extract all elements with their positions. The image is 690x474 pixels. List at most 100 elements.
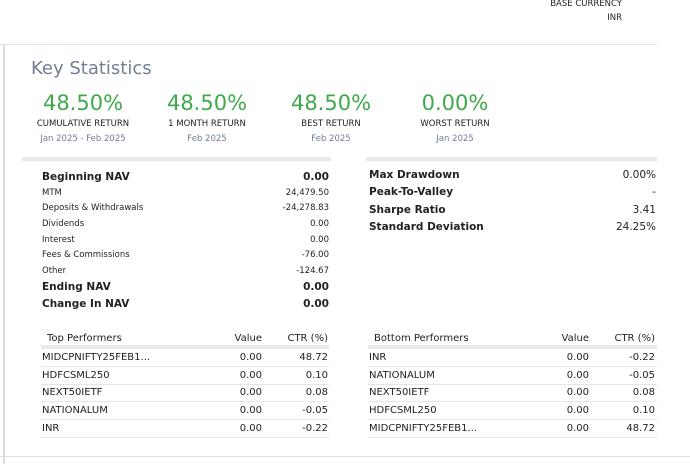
kpi-period: Jan 2025 <box>436 134 474 144</box>
top-performers-table: Top Performers Value CTR (%) MIDCPNIFTY2… <box>41 331 329 438</box>
table-row: NEXT50IETF 0.00 0.08 <box>368 385 657 403</box>
instrument-ctr: 0.10 <box>305 369 328 381</box>
nav-label: Change In NAV <box>42 298 130 311</box>
risk-value: 0.00% <box>622 168 656 181</box>
risk-table: Max Drawdown 0.00% Peak-To-Valley - Shar… <box>369 166 656 236</box>
header-ctr: CTR (%) <box>614 332 655 344</box>
table-row: HDFCSML250 0.00 0.10 <box>41 367 329 385</box>
instrument-value: 0.00 <box>566 387 589 399</box>
instrument-name: HDFCSML250 <box>369 405 437 417</box>
kpi-label: 1 MONTH RETURN <box>168 119 246 129</box>
risk-value: - <box>652 186 656 199</box>
table-row: HDFCSML250 0.00 0.10 <box>368 402 657 421</box>
kpi-label: CUMULATIVE RETURN <box>36 119 130 129</box>
instrument-value: 0.00 <box>566 405 589 417</box>
instrument-ctr: -0.05 <box>629 369 655 381</box>
risk-label: Peak-To-Valley <box>369 186 454 199</box>
risk-row-standard-deviation: Standard Deviation 24.25% <box>369 219 656 237</box>
kpi-value: 48.50% <box>166 91 248 115</box>
table-row: INR 0.00 -0.22 <box>41 420 329 438</box>
risk-value: 24.25% <box>615 221 656 234</box>
nav-row-ending-nav: Ending NAV 0.00 <box>42 279 329 296</box>
instrument-value: 0.00 <box>239 369 262 381</box>
instrument-name: NATIONALUM <box>369 369 435 381</box>
panel-left-border <box>3 44 5 464</box>
instrument-name: INR <box>369 351 387 363</box>
nav-row-mtm: MTM 24,479.50 <box>42 185 329 201</box>
nav-value: 0.00 <box>310 218 329 229</box>
base-currency-value: INR <box>607 13 622 23</box>
risk-row-sharpe-ratio: Sharpe Ratio 3.41 <box>369 201 656 219</box>
kpi-period: Feb 2025 <box>187 134 227 144</box>
instrument-name: MIDCPNIFTY25FEB1... <box>42 351 151 363</box>
panel-top-border <box>0 44 657 45</box>
instrument-name: NEXT50IETF <box>369 387 430 399</box>
kpi-label: BEST RETURN <box>301 119 361 129</box>
panel-bottom-border <box>0 456 690 457</box>
kpi-period: Jan 2025 - Feb 2025 <box>40 134 126 144</box>
kpi-cumulative-return: 48.50% CUMULATIVE RETURN Jan 2025 - Feb … <box>18 90 148 145</box>
kpi-value: 48.50% <box>42 91 124 115</box>
nav-value: 24,479.50 <box>285 187 329 198</box>
instrument-ctr: -0.22 <box>629 351 655 363</box>
section-title: Key Statistics <box>31 58 152 79</box>
table-row: MIDCPNIFTY25FEB1... 0.00 48.72 <box>368 420 657 438</box>
table-row: MIDCPNIFTY25FEB1... 0.00 48.72 <box>41 349 329 367</box>
instrument-name: HDFCSML250 <box>42 369 110 381</box>
instrument-name: MIDCPNIFTY25FEB1... <box>369 423 478 435</box>
risk-label: Sharpe Ratio <box>369 203 446 216</box>
nav-label: Deposits & Withdrawals <box>42 203 144 214</box>
nav-row-interest: Interest 0.00 <box>42 232 329 248</box>
instrument-ctr: 0.08 <box>632 387 655 399</box>
header-name: Bottom Performers <box>374 332 469 344</box>
nav-row-dividends: Dividends 0.00 <box>42 216 329 232</box>
header-value: Value <box>561 332 589 344</box>
nav-label: Other <box>42 265 67 276</box>
nav-value: 0.00 <box>303 298 329 311</box>
instrument-name: INR <box>42 423 60 435</box>
base-currency: BASE CURRENCY INR <box>550 0 622 25</box>
instrument-name: NEXT50IETF <box>42 387 103 399</box>
kpi-period: Feb 2025 <box>311 134 351 144</box>
instrument-value: 0.00 <box>566 351 589 363</box>
table-row: NATIONALUM 0.00 -0.05 <box>41 402 329 421</box>
nav-row-beginning-nav: Beginning NAV 0.00 <box>42 168 329 185</box>
risk-row-max-drawdown: Max Drawdown 0.00% <box>369 166 656 184</box>
instrument-value: 0.00 <box>239 351 262 363</box>
risk-row-peak-to-valley: Peak-To-Valley - <box>369 184 656 202</box>
risk-value: 3.41 <box>632 203 656 216</box>
table-header: Bottom Performers Value CTR (%) <box>368 331 657 349</box>
nav-label: Interest <box>42 234 75 245</box>
nav-value: 0.00 <box>310 234 329 245</box>
table-row: INR 0.00 -0.22 <box>368 349 657 367</box>
nav-row-fees-commissions: Fees & Commissions -76.00 <box>42 247 329 263</box>
kpi-value: 0.00% <box>421 91 489 115</box>
nav-divider <box>22 157 331 161</box>
nav-label: Ending NAV <box>42 281 111 294</box>
kpi-label: WORST RETURN <box>420 119 490 129</box>
nav-value: -76.00 <box>301 250 329 261</box>
header-name: Top Performers <box>47 332 122 344</box>
instrument-value: 0.00 <box>566 369 589 381</box>
nav-row-other: Other -124.67 <box>42 263 329 279</box>
nav-value: -124.67 <box>296 265 329 276</box>
nav-label: Beginning NAV <box>42 170 130 183</box>
nav-label: MTM <box>42 187 62 198</box>
instrument-ctr: 48.72 <box>299 351 328 363</box>
nav-value: -24,278.83 <box>282 203 329 214</box>
nav-row-deposits-withdrawals: Deposits & Withdrawals -24,278.83 <box>42 201 329 217</box>
risk-label: Max Drawdown <box>369 168 460 181</box>
table-header: Top Performers Value CTR (%) <box>41 331 329 349</box>
risk-label: Standard Deviation <box>369 221 484 234</box>
instrument-ctr: -0.05 <box>302 405 328 417</box>
base-currency-label: BASE CURRENCY <box>550 0 622 9</box>
kpi-value: 48.50% <box>290 91 372 115</box>
header-value: Value <box>234 332 262 344</box>
instrument-ctr: 0.10 <box>632 405 655 417</box>
instrument-name: NATIONALUM <box>42 405 108 417</box>
instrument-ctr: -0.22 <box>302 423 328 435</box>
instrument-value: 0.00 <box>239 423 262 435</box>
instrument-value: 0.00 <box>239 387 262 399</box>
header-ctr: CTR (%) <box>287 332 328 344</box>
kpi-1-month-return: 48.50% 1 MONTH RETURN Feb 2025 <box>142 90 272 145</box>
